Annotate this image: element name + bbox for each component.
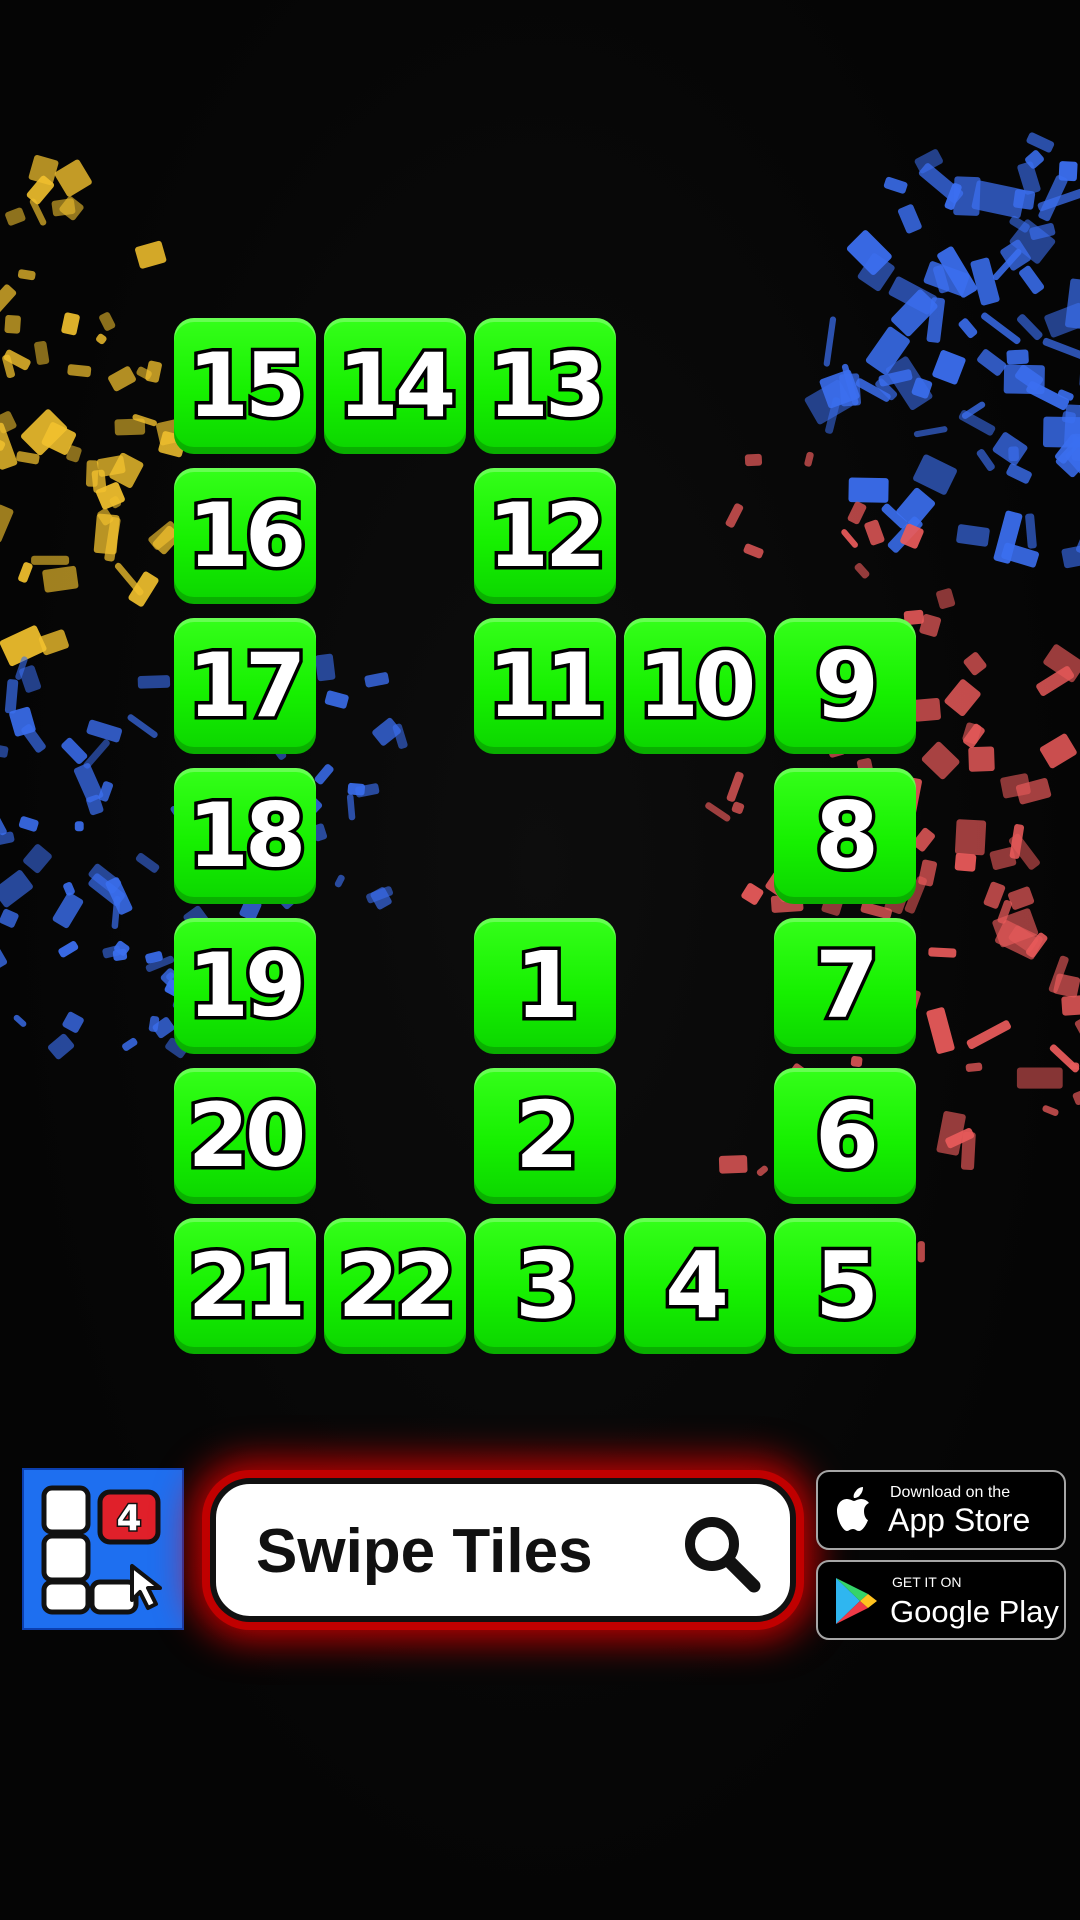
tile-7[interactable]: 7 [774, 918, 916, 1054]
tile-10[interactable]: 10 [624, 618, 766, 754]
google-play-small-text: GET IT ON [892, 1574, 962, 1590]
tile-number: 4 [661, 1232, 732, 1339]
tile-number: 21 [184, 1234, 310, 1337]
search-icon [685, 1517, 761, 1593]
app-store-big-text: App Store [888, 1502, 1031, 1538]
tile-8[interactable]: 8 [774, 768, 916, 904]
tile-number: 18 [184, 784, 310, 887]
tile-number: 2 [511, 1082, 582, 1189]
tile-22[interactable]: 22 [324, 1218, 466, 1354]
tile-11[interactable]: 11 [474, 618, 616, 754]
tile-16[interactable]: 16 [174, 468, 316, 604]
tile-17[interactable]: 17 [174, 618, 316, 754]
tile-6[interactable]: 6 [774, 1068, 916, 1204]
tile-1[interactable]: 1 [474, 918, 616, 1054]
tile-number: 12 [484, 484, 610, 587]
tile-number: 9 [811, 632, 882, 739]
tile-number: 11 [484, 634, 610, 737]
tile-number: 17 [184, 634, 310, 737]
tile-number: 16 [184, 484, 310, 587]
tile-14[interactable]: 14 [324, 318, 466, 454]
app-logo-icon: 4 [41, 1485, 162, 1615]
tile-13[interactable]: 13 [474, 318, 616, 454]
tile-number: 6 [811, 1082, 882, 1189]
tile-5[interactable]: 5 [774, 1218, 916, 1354]
tile-number: 14 [334, 334, 460, 437]
tile-12[interactable]: 12 [474, 468, 616, 604]
tile-number: 10 [634, 634, 760, 737]
apple-icon [837, 1487, 869, 1531]
tile-number: 3 [511, 1232, 582, 1339]
tile-2[interactable]: 2 [474, 1068, 616, 1204]
app-store-badge[interactable]: Download on the App Store [816, 1470, 1066, 1550]
game-stage: 15 14 13 16 12 17 11 10 9 18 8 19 1 7 20 2 6 21 22 3 4 5 4 Sw… [0, 0, 1080, 1920]
tile-number: 8 [811, 782, 882, 889]
tile-4[interactable]: 4 [624, 1218, 766, 1354]
tile-15[interactable]: 15 [174, 318, 316, 454]
tile-number: 19 [184, 934, 310, 1037]
tile-number: 7 [811, 932, 882, 1039]
tile-number: 20 [184, 1084, 310, 1187]
tile-number: 15 [184, 334, 310, 437]
tile-3[interactable]: 3 [474, 1218, 616, 1354]
google-play-big-text: Google Play [890, 1594, 1059, 1629]
search-text: Swipe Tiles [256, 1517, 593, 1586]
tile-19[interactable]: 19 [174, 918, 316, 1054]
tile-21[interactable]: 21 [174, 1218, 316, 1354]
search-box[interactable]: Swipe Tiles [210, 1478, 796, 1622]
google-play-icon [836, 1578, 877, 1624]
google-play-badge[interactable]: GET IT ON Google Play [816, 1560, 1066, 1640]
tile-20[interactable]: 20 [174, 1068, 316, 1204]
tile-number: 22 [334, 1234, 460, 1337]
tile-18[interactable]: 18 [174, 768, 316, 904]
app-store-small-text: Download on the [890, 1484, 1011, 1501]
app-icon[interactable]: 4 [22, 1468, 184, 1630]
app-icon-badge-number: 4 [116, 1498, 141, 1539]
tile-number: 5 [811, 1232, 882, 1339]
tile-number: 1 [511, 932, 582, 1039]
tile-number: 13 [484, 334, 610, 437]
tile-9[interactable]: 9 [774, 618, 916, 754]
